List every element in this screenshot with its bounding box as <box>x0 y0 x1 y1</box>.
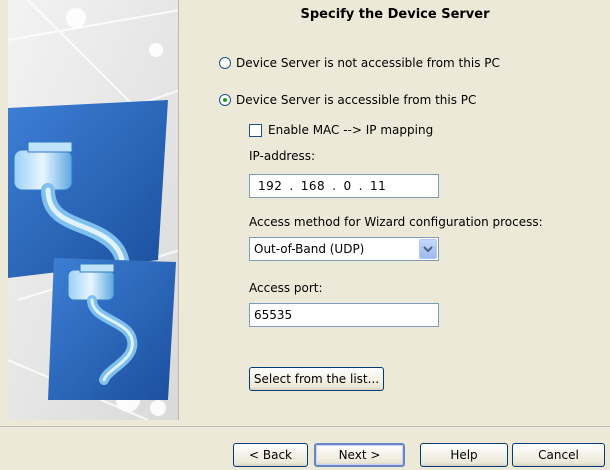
page-title: Specify the Device Server <box>300 7 490 22</box>
radio-accessible[interactable]: Device Server is accessible from this PC <box>219 91 476 109</box>
access-port-label: Access port: <box>249 281 323 295</box>
side-panel-border <box>178 0 180 420</box>
ip-address-label: IP-address: <box>249 149 316 163</box>
radio-button-icon[interactable] <box>219 57 231 69</box>
radio-label: Device Server is accessible from this PC <box>236 93 477 107</box>
ip-octet-1[interactable]: 192 <box>258 179 282 193</box>
access-port-value[interactable]: 65535 <box>254 308 292 322</box>
access-method-label: Access method for Wizard configuration p… <box>249 215 543 229</box>
dropdown-button[interactable] <box>419 239 437 259</box>
access-method-select[interactable]: Out-of-Band (UDP) <box>249 237 439 261</box>
access-port-field[interactable]: 65535 <box>249 303 439 327</box>
radio-not-accessible[interactable]: Device Server is not accessible from thi… <box>219 54 500 72</box>
cancel-button[interactable]: Cancel <box>512 443 605 467</box>
mac-mapping-checkbox[interactable] <box>249 123 262 137</box>
radio-button-selected-icon[interactable] <box>219 94 231 106</box>
radio-label: Device Server is not accessible from thi… <box>236 56 500 70</box>
ip-octet-4[interactable]: 11 <box>370 179 386 193</box>
ip-address-field[interactable]: 192 . 168 . 0 . 11 <box>249 174 439 198</box>
mac-mapping-checkbox-row[interactable]: Enable MAC --> IP mapping <box>249 121 433 139</box>
footer-divider <box>0 426 610 428</box>
help-button[interactable]: Help <box>420 443 508 467</box>
network-plug-icon <box>48 258 176 400</box>
mac-mapping-label: Enable MAC --> IP mapping <box>268 123 434 137</box>
back-button[interactable]: < Back <box>233 443 308 467</box>
ip-octet-3[interactable]: 0 <box>343 179 351 193</box>
select-from-list-button[interactable]: Select from the list... <box>249 367 384 391</box>
next-button[interactable]: Next > <box>314 443 405 467</box>
wizard-side-image <box>8 0 180 420</box>
chevron-down-icon <box>423 246 433 253</box>
access-method-value: Out-of-Band (UDP) <box>254 242 365 256</box>
ip-octet-2[interactable]: 168 <box>301 179 325 193</box>
